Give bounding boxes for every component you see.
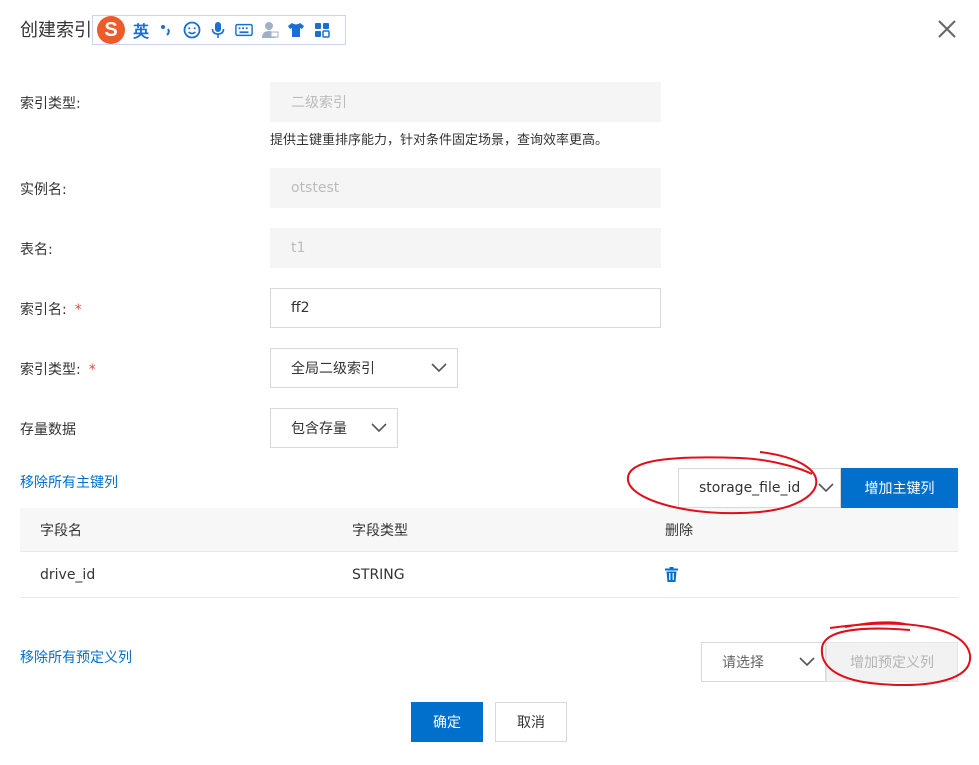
chevron-down-icon xyxy=(431,363,447,373)
predefined-column-select[interactable]: 请选择 xyxy=(701,642,826,682)
predefined-column-placeholder: 请选择 xyxy=(722,655,764,671)
index-name-label: 索引名: * xyxy=(20,299,82,319)
required-mark: * xyxy=(88,362,96,378)
column-header-delete: 删除 xyxy=(665,522,693,539)
primary-key-select[interactable]: storage_file_id xyxy=(678,468,841,508)
table-label: 表名: xyxy=(20,242,53,258)
microphone-icon[interactable] xyxy=(209,21,227,39)
add-predefined-column-button[interactable]: 增加预定义列 xyxy=(826,642,958,682)
chevron-down-icon xyxy=(371,423,387,433)
keyboard-icon[interactable] xyxy=(235,21,253,39)
apps-icon[interactable] xyxy=(313,21,331,39)
skin-icon[interactable] xyxy=(287,21,305,39)
column-header-type: 字段类型 xyxy=(352,522,408,539)
trash-icon[interactable] xyxy=(665,567,678,586)
table-field: t1 xyxy=(270,228,661,268)
user-icon[interactable] xyxy=(261,21,279,39)
index-category-field: 二级索引 xyxy=(270,82,661,122)
table-header: 字段名 字段类型 删除 xyxy=(20,508,958,552)
row-field-type: STRING xyxy=(352,566,405,583)
index-name-label-text: 索引名: xyxy=(20,302,67,318)
existing-data-value: 包含存量 xyxy=(291,421,347,437)
table-row: drive_id STRING xyxy=(20,552,958,598)
index-type-value: 全局二级索引 xyxy=(291,361,375,377)
confirm-button[interactable]: 确定 xyxy=(411,702,483,742)
existing-data-select[interactable]: 包含存量 xyxy=(270,408,398,448)
row-field-name: drive_id xyxy=(40,566,96,583)
remove-all-primary-keys-link[interactable]: 移除所有主键列 xyxy=(20,472,118,492)
primary-key-select-value: storage_file_id xyxy=(699,480,801,496)
index-category-hint: 提供主键重排序能力，针对条件固定场景，查询效率更高。 xyxy=(270,133,609,148)
primary-key-table: 字段名 字段类型 删除 drive_id STRING xyxy=(20,508,958,598)
ime-language-toggle[interactable]: 英 xyxy=(133,18,149,42)
index-category-label: 索引类型: xyxy=(20,96,81,112)
index-type-label-text: 索引类型: xyxy=(20,362,81,378)
column-header-name: 字段名 xyxy=(40,522,82,539)
required-mark: * xyxy=(74,302,82,318)
punctuation-icon[interactable] xyxy=(157,21,175,39)
instance-label: 实例名: xyxy=(20,182,67,198)
emoji-icon[interactable] xyxy=(183,21,201,39)
index-type-label: 索引类型: * xyxy=(20,359,96,379)
ime-logo-icon[interactable]: S xyxy=(97,16,125,44)
instance-field: otstest xyxy=(270,168,661,208)
remove-all-predefined-columns-link[interactable]: 移除所有预定义列 xyxy=(20,647,132,667)
chevron-down-icon xyxy=(818,483,834,493)
dialog-title: 创建索引 xyxy=(20,20,92,41)
existing-data-label: 存量数据 xyxy=(20,422,76,438)
ime-toolbar[interactable]: S 英 xyxy=(92,15,346,45)
add-primary-key-button[interactable]: 增加主键列 xyxy=(841,468,958,508)
close-icon[interactable] xyxy=(936,18,958,40)
index-type-select[interactable]: 全局二级索引 xyxy=(270,348,458,388)
index-name-input[interactable] xyxy=(270,288,661,328)
cancel-button[interactable]: 取消 xyxy=(495,702,567,742)
chevron-down-icon xyxy=(799,657,815,667)
